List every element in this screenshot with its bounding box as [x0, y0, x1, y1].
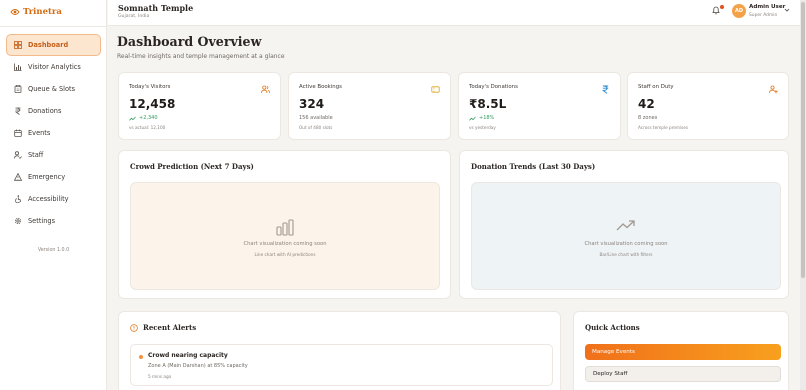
alert-time: 5 mins ago — [148, 374, 172, 379]
panel-title: Recent Alerts — [143, 323, 197, 332]
recent-alerts-panel: Recent Alerts Crowd nearing capacity Zon… — [118, 311, 561, 390]
sidebar-item-label: Emergency — [28, 173, 66, 181]
stat-note: Across temple premises — [638, 125, 689, 130]
sidebar-item-label: Visitor Analytics — [28, 63, 81, 71]
crowd-prediction-panel: Crowd Prediction (Next 7 Days) Chart vis… — [118, 150, 451, 299]
sidebar-item-visitor-analytics[interactable]: Visitor Analytics — [6, 56, 101, 78]
stat-card-donations: Today's Donations ₹8.5L +18% vs yesterda… — [458, 72, 621, 140]
chart-placeholder: Chart visualization coming soon Line cha… — [130, 182, 440, 290]
trend-up-icon — [469, 116, 476, 121]
stat-value: ₹8.5L — [469, 97, 507, 111]
brand-logo[interactable]: Trinetra — [10, 5, 62, 19]
trending-up-icon — [616, 220, 635, 231]
user-role: Super Admin — [749, 13, 778, 18]
stat-value: 324 — [299, 97, 325, 111]
clipboard-icon — [14, 85, 22, 93]
chart-placeholder: Chart visualization coming soon Bar/Line… — [471, 182, 781, 290]
sidebar-item-donations[interactable]: Donations — [6, 100, 101, 122]
stat-change: 156 available — [299, 115, 333, 121]
alerts-header: Recent Alerts — [130, 323, 196, 332]
chevron-down-icon[interactable] — [784, 7, 790, 13]
sidebar-item-accessibility[interactable]: Accessibility — [6, 188, 101, 210]
notification-dot — [720, 5, 724, 9]
placeholder-text: Chart visualization coming soon — [584, 241, 668, 247]
alert-name: Crowd nearing capacity — [148, 352, 228, 359]
alert-description: Zone A (Main Darshan) at 85% capacity — [148, 363, 248, 369]
placeholder-subtext: Line chart with AI predictions — [254, 252, 316, 257]
stat-change: 8 zones — [638, 115, 658, 121]
stat-change: +2,340 — [129, 115, 158, 121]
rupee-icon — [14, 107, 21, 115]
info-icon — [130, 323, 138, 332]
sidebar-nav: Dashboard Visitor Analytics Queue & Slot… — [6, 34, 101, 232]
calendar-icon — [14, 129, 22, 137]
stat-card-staff: Staff on Duty 42 8 zones Across temple p… — [627, 72, 789, 140]
panel-title: Donation Trends (Last 30 Days) — [471, 162, 596, 171]
manage-events-button[interactable]: Manage Events — [585, 344, 781, 360]
sidebar-item-staff[interactable]: Staff — [6, 144, 101, 166]
stat-card-visitors: Today's Visitors 12,458 +2,340 vs actual… — [118, 72, 281, 140]
accessibility-icon — [15, 195, 22, 203]
stat-note: Out of 480 slots — [299, 125, 333, 130]
stat-value: 42 — [638, 97, 655, 111]
sidebar-divider — [0, 26, 107, 27]
stat-label: Today's Visitors — [129, 84, 171, 90]
placeholder-subtext: Bar/Line chart with filters — [599, 252, 653, 257]
alert-item[interactable]: Crowd nearing capacity Zone A (Main Dars… — [130, 344, 553, 386]
alert-dot — [139, 355, 143, 359]
stat-label: Staff on Duty — [638, 84, 674, 90]
ticket-icon — [431, 86, 440, 93]
placeholder-text: Chart visualization coming soon — [243, 241, 327, 247]
sidebar-item-dashboard[interactable]: Dashboard — [6, 34, 101, 56]
brand-name: Trinetra — [23, 7, 62, 17]
sidebar-item-label: Accessibility — [28, 195, 69, 203]
sidebar-item-label: Staff — [28, 151, 44, 159]
deploy-staff-button[interactable]: Deploy Staff — [585, 366, 781, 382]
top-header: Somnath Temple Gujarat, India AD Admin U… — [108, 0, 806, 26]
sidebar-item-queue-slots[interactable]: Queue & Slots — [6, 78, 101, 100]
sidebar-item-events[interactable]: Events — [6, 122, 101, 144]
user-check-icon — [14, 151, 22, 159]
user-add-icon — [769, 85, 778, 94]
page-subtitle: Real-time insights and temple management… — [117, 53, 285, 60]
gear-icon — [14, 217, 22, 225]
temple-location: Gujarat, India — [118, 14, 150, 19]
panel-title: Quick Actions — [585, 323, 640, 332]
stat-note: vs yesterday — [469, 125, 496, 130]
sidebar-item-label: Dashboard — [28, 41, 69, 49]
dashboard-icon — [14, 41, 22, 49]
stat-card-bookings: Active Bookings 324 156 available Out of… — [288, 72, 451, 140]
panel-title: Crowd Prediction (Next 7 Days) — [130, 162, 254, 171]
stat-value: 12,458 — [129, 97, 176, 111]
stat-change: +18% — [469, 115, 494, 121]
donation-trends-panel: Donation Trends (Last 30 Days) Chart vis… — [459, 150, 789, 299]
warning-icon — [14, 173, 22, 181]
sidebar-item-label: Events — [28, 129, 51, 137]
rupee-icon — [601, 85, 609, 94]
trend-up-icon — [129, 116, 136, 121]
scrollbar-thumb[interactable] — [801, 2, 805, 278]
temple-name: Somnath Temple — [118, 3, 194, 13]
page-title: Dashboard Overview — [117, 34, 262, 49]
sidebar: Trinetra Dashboard Visitor Analytics Que… — [0, 0, 107, 390]
eye-icon — [10, 9, 20, 15]
user-name[interactable]: Admin User — [749, 4, 785, 10]
bar-chart-icon — [14, 63, 22, 71]
avatar[interactable]: AD — [732, 4, 746, 18]
users-icon — [261, 85, 270, 94]
stat-note: vs actual: 12,100 — [129, 125, 166, 130]
sidebar-item-emergency[interactable]: Emergency — [6, 166, 101, 188]
sidebar-item-settings[interactable]: Settings — [6, 210, 101, 232]
sidebar-item-label: Donations — [28, 107, 62, 115]
stat-label: Today's Donations — [469, 84, 518, 90]
quick-actions-panel: Quick Actions Manage Events Deploy Staff — [573, 311, 789, 390]
app-version: Version 1.0.0 — [37, 248, 70, 253]
stat-label: Active Bookings — [299, 84, 342, 90]
sidebar-item-label: Settings — [28, 217, 56, 225]
sidebar-item-label: Queue & Slots — [28, 85, 76, 93]
bar-chart-icon — [276, 219, 294, 236]
